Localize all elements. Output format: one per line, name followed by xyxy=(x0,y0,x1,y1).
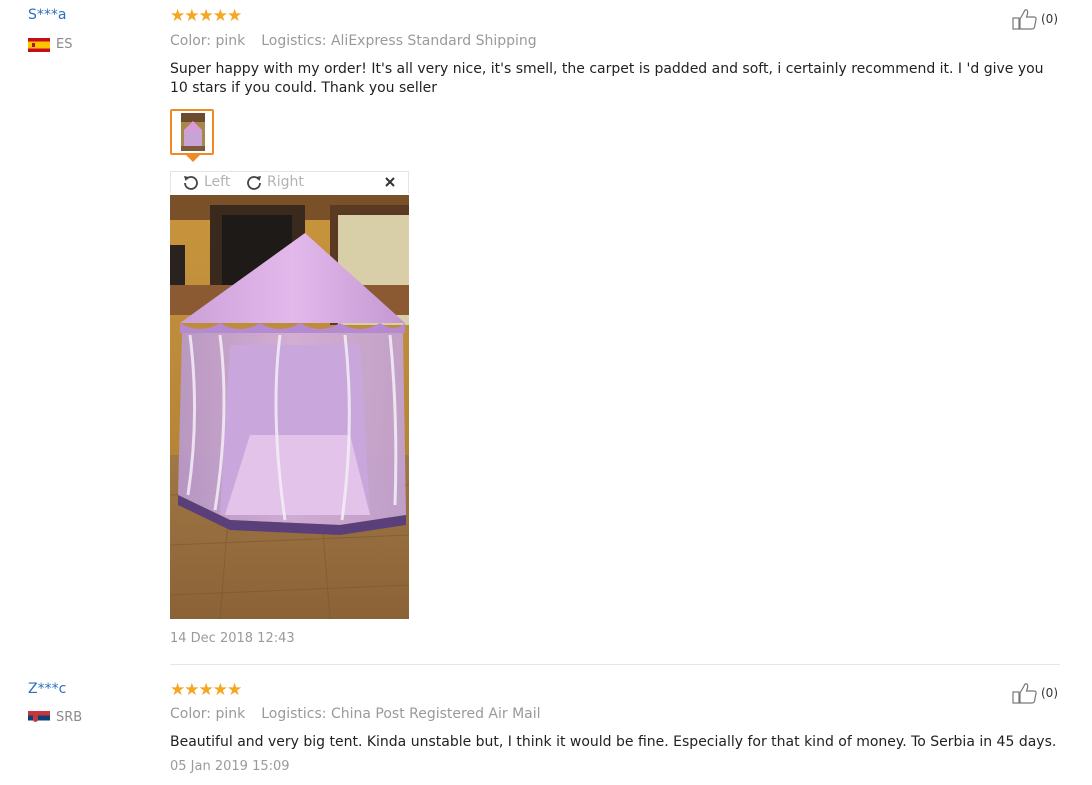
rotate-left-label: Left xyxy=(204,174,231,190)
star-icon: ★ xyxy=(170,6,185,26)
logistics: Logistics: AliExpress Standard Shipping xyxy=(261,33,537,49)
close-icon[interactable] xyxy=(383,175,397,189)
review-text: Beautiful and very big tent. Kinda unsta… xyxy=(170,734,1057,750)
review-text: Super happy with my order! It's all very… xyxy=(170,61,1044,96)
thumbs-up-icon xyxy=(1012,9,1037,30)
reviewer-name[interactable]: Z***c xyxy=(28,681,66,697)
reviewer-name[interactable]: S***a xyxy=(28,7,66,23)
review-item: S***a ES ★ ★ ★ ★ ★ (0) Color: pink Logis… xyxy=(0,0,1092,664)
review-divider xyxy=(170,664,1060,665)
like-count: (0) xyxy=(1041,686,1058,700)
star-rating: ★ ★ ★ ★ ★ xyxy=(170,680,242,700)
reviewer-country: SRB xyxy=(28,710,82,725)
order-info: Color: pink Logistics: China Post Regist… xyxy=(170,706,541,722)
review-item: Z***c SRB ★ ★ ★ ★ ★ (0) Color: pink Logi… xyxy=(0,666,1092,785)
review-photo-thumbnail[interactable] xyxy=(170,109,214,155)
country-code: SRB xyxy=(56,710,83,725)
review-date: 05 Jan 2019 15:09 xyxy=(170,759,290,774)
review-date: 14 Dec 2018 12:43 xyxy=(170,631,295,646)
thumbnail-image xyxy=(181,113,205,151)
rotate-right-label: Right xyxy=(267,174,304,190)
thumbs-up-icon xyxy=(1012,683,1037,704)
spain-flag-icon xyxy=(28,37,50,52)
rotate-left-icon xyxy=(184,176,198,190)
star-rating: ★ ★ ★ ★ ★ xyxy=(170,6,242,26)
photo-viewer-toolbar: Left Right xyxy=(170,171,409,193)
product-color: Color: pink xyxy=(170,706,246,722)
star-icon: ★ xyxy=(184,6,199,26)
serbia-flag-icon xyxy=(28,710,50,725)
star-icon: ★ xyxy=(170,680,185,700)
rotate-right-button[interactable]: Right xyxy=(245,173,304,191)
thumbnail-pointer xyxy=(186,155,200,162)
country-code: ES xyxy=(56,37,73,52)
reviewer-country: ES xyxy=(28,37,72,52)
logistics: Logistics: China Post Registered Air Mai… xyxy=(261,706,541,722)
star-icon: ★ xyxy=(184,680,199,700)
star-icon: ★ xyxy=(227,6,242,26)
review-photo xyxy=(170,195,409,619)
tent-photo-image xyxy=(170,195,409,619)
like-button[interactable]: (0) xyxy=(1012,8,1058,30)
product-color: Color: pink xyxy=(170,33,246,49)
rotate-left-button[interactable]: Left xyxy=(182,173,230,191)
star-icon: ★ xyxy=(198,680,214,700)
rotate-right-icon xyxy=(247,176,261,190)
like-count: (0) xyxy=(1041,12,1058,26)
star-icon: ★ xyxy=(227,680,242,700)
like-button[interactable]: (0) xyxy=(1012,682,1058,704)
star-icon: ★ xyxy=(212,6,228,26)
order-info: Color: pink Logistics: AliExpress Standa… xyxy=(170,33,537,49)
star-icon: ★ xyxy=(212,680,228,700)
star-icon: ★ xyxy=(198,6,214,26)
